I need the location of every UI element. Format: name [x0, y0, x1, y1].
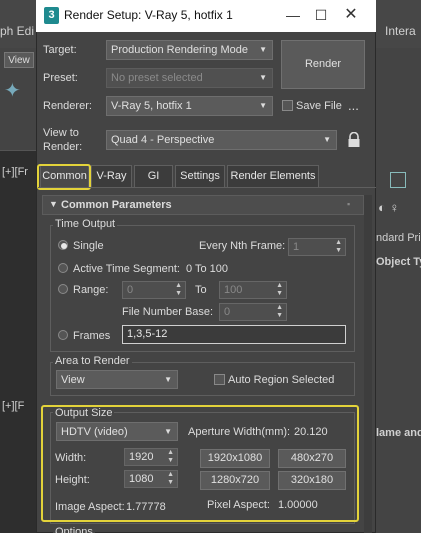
- render-button[interactable]: Render: [281, 40, 365, 89]
- background-panel-text: ndard Prim: [376, 232, 421, 244]
- auto-region-selected-checkbox[interactable]: [214, 374, 225, 385]
- window-title: Render Setup: V-Ray 5, hotfix 1: [64, 8, 233, 22]
- single-label: Single: [73, 240, 104, 252]
- frames-label: Frames: [73, 330, 111, 342]
- range-end-value: 100: [224, 284, 243, 296]
- active-time-segment-label: Active Time Segment:: [73, 263, 180, 275]
- background-viewport-label-bottom: [+][F: [2, 400, 25, 412]
- range-start-spinner[interactable]: 0 ▲ ▼: [122, 281, 186, 299]
- chevron-down-icon: ▼: [259, 45, 267, 54]
- renderer-dropdown[interactable]: V-Ray 5, hotfix 1 ▼: [106, 96, 273, 116]
- spinner-arrows-icon: ▲ ▼: [335, 239, 342, 254]
- tab-settings[interactable]: Settings: [175, 165, 225, 187]
- every-nth-frame-spinner[interactable]: 1 ▲ ▼: [288, 238, 346, 256]
- spinner-arrows-icon: ▲ ▼: [276, 304, 283, 319]
- lock-icon[interactable]: [347, 131, 361, 148]
- chevron-down-icon: ▼: [323, 135, 331, 144]
- preset-placeholder: No preset selected: [111, 72, 203, 84]
- target-value: Production Rendering Mode: [111, 44, 248, 56]
- frames-radio[interactable]: [58, 330, 68, 340]
- maximize-icon[interactable]: ☐: [308, 4, 334, 26]
- background-panel-heading-2: lame and: [376, 427, 421, 439]
- area-to-render-value: View: [61, 374, 85, 386]
- spinner-arrows-icon: ▲ ▼: [175, 282, 182, 297]
- preset-dropdown[interactable]: No preset selected ▼: [106, 68, 273, 88]
- file-number-base-label: File Number Base:: [122, 306, 214, 318]
- app-logo-icon: 3: [44, 7, 59, 24]
- renderer-label: Renderer:: [43, 100, 92, 112]
- preset-label: Preset:: [43, 72, 78, 84]
- area-to-render-dropdown[interactable]: View ▼: [56, 370, 178, 389]
- chevron-down-icon: ▼: [259, 101, 267, 110]
- view-to-render-label-2: Render:: [43, 141, 83, 153]
- options-title: Options: [53, 526, 95, 533]
- background-view-button[interactable]: View: [4, 52, 34, 68]
- rollout-title: Common Parameters: [61, 199, 172, 211]
- title-bar[interactable]: 3 Render Setup: V-Ray 5, hotfix 1 — ☐ ✕: [36, 0, 376, 32]
- view-to-render-label: View to: [43, 127, 79, 139]
- background-panel-icon[interactable]: [390, 172, 406, 188]
- auto-region-selected-label: Auto Region Selected: [228, 374, 335, 386]
- minimize-icon[interactable]: —: [280, 4, 306, 26]
- range-end-spinner[interactable]: 100 ▲ ▼: [219, 281, 287, 299]
- view-to-render-value: Quad 4 - Perspective: [111, 134, 215, 146]
- view-to-render-dropdown[interactable]: Quad 4 - Perspective ▼: [106, 130, 337, 150]
- file-number-base-value: 0: [224, 306, 231, 318]
- close-icon[interactable]: ✕: [338, 4, 364, 26]
- single-radio[interactable]: [58, 240, 68, 250]
- tab-gi[interactable]: GI: [134, 165, 173, 187]
- chevron-down-icon: ▼: [164, 375, 172, 384]
- save-file-browse-button[interactable]: ...: [348, 98, 359, 113]
- tab-render-elements[interactable]: Render Elements: [227, 165, 319, 187]
- output-size-highlight: [41, 405, 359, 522]
- background-menu-right: Intera: [385, 24, 416, 38]
- tab-divider: [38, 187, 376, 188]
- renderer-value: V-Ray 5, hotfix 1: [111, 100, 192, 112]
- background-tool-icon[interactable]: ✦: [4, 78, 34, 108]
- frames-input[interactable]: 1,3,5-12: [122, 325, 346, 344]
- background-viewport-label: [+][Fr: [2, 166, 28, 178]
- tab-vray[interactable]: V-Ray: [91, 165, 132, 187]
- chevron-down-icon: ▼: [259, 73, 267, 82]
- every-nth-frame-value: 1: [293, 241, 300, 253]
- every-nth-frame-label: Every Nth Frame:: [199, 240, 286, 252]
- background-menu-left: ph Edi: [0, 24, 35, 38]
- time-output-title: Time Output: [53, 218, 118, 230]
- active-time-segment-radio[interactable]: [58, 263, 68, 273]
- background-panel-heading: Object Ty: [376, 256, 421, 268]
- area-to-render-title: Area to Render: [53, 355, 132, 367]
- range-label: Range:: [73, 284, 109, 296]
- file-number-base-spinner[interactable]: 0 ▲ ▼: [219, 303, 287, 321]
- save-file-label: Save File: [296, 100, 342, 112]
- scrollbar[interactable]: [364, 195, 372, 533]
- common-parameters-rollout-header[interactable]: ▼ Common Parameters ▪: [42, 195, 364, 215]
- collapse-arrow-icon: ▼: [49, 199, 58, 209]
- rollout-pin-icon[interactable]: ▪: [347, 199, 350, 209]
- target-label: Target:: [43, 44, 77, 56]
- background-panel-icons[interactable]: ◐ ♀: [378, 200, 399, 215]
- spinner-arrows-icon: ▲ ▼: [276, 282, 283, 297]
- background-viewport[interactable]: [0, 150, 40, 533]
- save-file-checkbox[interactable]: [282, 100, 293, 111]
- active-time-segment-value: 0 To 100: [186, 263, 229, 275]
- range-radio[interactable]: [58, 284, 68, 294]
- target-dropdown[interactable]: Production Rendering Mode ▼: [106, 40, 273, 60]
- range-to-label: To: [195, 284, 207, 296]
- range-start-value: 0: [127, 284, 134, 296]
